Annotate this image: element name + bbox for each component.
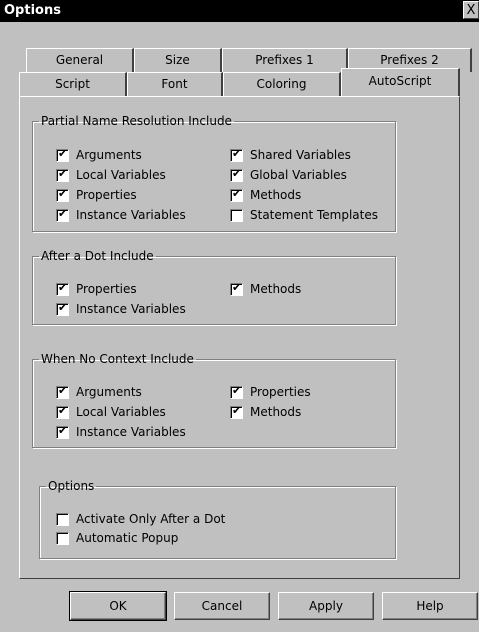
checkbox-box — [56, 532, 69, 545]
checkbox-box — [230, 404, 243, 419]
checkbox-label: Statement Templates — [250, 208, 378, 222]
group-title: Partial Name Resolution Include — [39, 114, 234, 128]
tab-font[interactable]: Font — [127, 72, 223, 96]
checkbox-label: Global Variables — [250, 168, 347, 182]
autoscript-panel: Partial Name Resolution Include Argument… — [19, 96, 460, 579]
apply-button[interactable]: Apply — [278, 592, 374, 620]
group-title: When No Context Include — [39, 352, 196, 366]
cancel-button[interactable]: Cancel — [174, 592, 270, 620]
checkbox-label: Properties — [76, 188, 137, 202]
checkbox-label: Automatic Popup — [76, 531, 179, 545]
checkbox-label: Properties — [250, 385, 311, 399]
checkbox-box — [56, 513, 69, 526]
checkbox-box — [56, 424, 69, 439]
checkbox-label: Methods — [250, 188, 302, 202]
no-context-group-title: When No Context Include — [41, 352, 194, 366]
checkbox-box — [56, 301, 69, 316]
checkbox-label: Methods — [250, 282, 302, 296]
checkbox-box — [230, 209, 243, 222]
checkbox-box — [230, 187, 243, 202]
checkbox-label: Properties — [76, 282, 137, 296]
close-button[interactable]: X — [463, 1, 479, 19]
group-title: Options — [46, 479, 96, 493]
checkbox-box — [56, 207, 69, 222]
ok-button[interactable]: OK — [69, 591, 167, 621]
checkbox-box — [230, 281, 243, 296]
checkbox-box — [56, 281, 69, 296]
checkbox-label: Instance Variables — [76, 302, 186, 316]
checkbox-box — [56, 187, 69, 202]
checkbox-box — [56, 147, 69, 162]
tab-script[interactable]: Script — [19, 72, 127, 96]
group-title: After a Dot Include — [39, 249, 156, 263]
title-bar: Options X — [0, 0, 479, 22]
checkbox-box — [56, 404, 69, 419]
tab-coloring[interactable]: Coloring — [223, 72, 341, 96]
tab-prefixes-1[interactable]: Prefixes 1 — [222, 48, 348, 72]
tab-general[interactable]: General — [26, 48, 134, 72]
close-icon: X — [466, 3, 476, 18]
checkbox-label: Arguments — [76, 148, 142, 162]
checkbox-label: Activate Only After a Dot — [76, 512, 226, 526]
checkbox-label: Local Variables — [76, 168, 166, 182]
checkbox-label: Methods — [250, 405, 302, 419]
checkbox-box — [230, 167, 243, 182]
checkbox-label: Local Variables — [76, 405, 166, 419]
checkbox-label: Arguments — [76, 385, 142, 399]
checkbox-label: Instance Variables — [76, 208, 186, 222]
checkbox-box — [56, 167, 69, 182]
tab-autoscript[interactable]: AutoScript — [341, 68, 460, 96]
after-dot-group-title: After a Dot Include — [41, 249, 154, 263]
options-group-title: Options — [48, 479, 95, 493]
checkbox-label: Shared Variables — [250, 148, 351, 162]
checkbox-label: Instance Variables — [76, 425, 186, 439]
help-button[interactable]: Help — [382, 592, 478, 620]
checkbox-box — [230, 147, 243, 162]
checkbox-box — [56, 384, 69, 399]
checkbox-box — [230, 384, 243, 399]
tab-size[interactable]: Size — [134, 48, 222, 72]
partial-group-title: Partial Name Resolution Include — [41, 114, 232, 128]
window-title: Options — [4, 3, 61, 18]
